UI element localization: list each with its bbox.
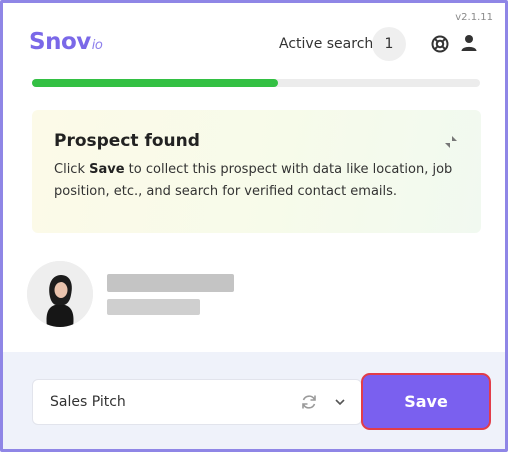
name-placeholder [107, 274, 234, 292]
notice-text-before: Click [54, 162, 90, 177]
save-button[interactable]: Save [361, 373, 491, 430]
brand-suffix: io [91, 38, 103, 53]
version-label: v2.1.11 [455, 12, 493, 23]
active-search-label: Active search [279, 36, 374, 52]
avatar [27, 261, 93, 327]
prospect-list-label: Sales Pitch [50, 394, 126, 410]
progress-bar [32, 79, 480, 87]
footer: Sales Pitch Save [3, 352, 505, 449]
brand-name: Snov [29, 29, 91, 55]
notice-text: Click Save to collect this prospect with… [54, 159, 459, 203]
notice-text-bold: Save [89, 162, 125, 177]
collapse-icon[interactable] [443, 134, 459, 150]
prospect-list-select[interactable]: Sales Pitch [32, 379, 362, 425]
brand-logo: Snovio [29, 29, 103, 55]
prospect-found-notice: Prospect found Click Save to collect thi… [32, 110, 481, 233]
notice-title: Prospect found [54, 131, 200, 151]
position-placeholder [107, 299, 200, 315]
lifebuoy-icon[interactable] [431, 35, 449, 53]
save-button-label: Save [365, 377, 487, 426]
progress-fill [32, 79, 279, 87]
extension-window: v2.1.11 Snovio Active search 1 Prospect … [0, 0, 508, 452]
active-search-count[interactable]: 1 [372, 27, 406, 61]
header: Snovio Active search 1 [29, 27, 485, 61]
chevron-down-icon[interactable] [334, 396, 346, 408]
user-icon[interactable] [460, 34, 478, 52]
avatar-photo [27, 261, 93, 327]
refresh-icon[interactable] [300, 393, 318, 411]
